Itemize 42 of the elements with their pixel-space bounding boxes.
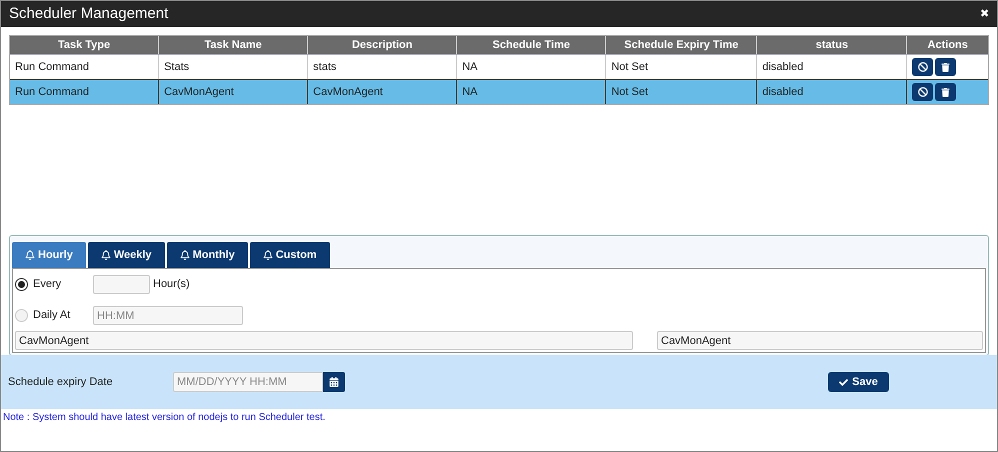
expiry-date-field[interactable]: MM/DD/YYYY HH:MM [173, 372, 323, 392]
bell-icon [100, 250, 111, 260]
delete-button[interactable] [935, 58, 956, 76]
column-header: Actions [926, 38, 969, 53]
table-row[interactable]: Run Command Stats stats NA Not Set disabled [10, 54, 988, 79]
table-row[interactable]: Run Command CavMonAgent CavMonAgent NA Not Set disabled [10, 79, 988, 104]
tab[interactable]: Monthly [166, 242, 248, 268]
table-cell: NA [457, 80, 606, 104]
ban-icon [918, 62, 928, 72]
expiry-label: Schedule expiry Date [8, 374, 114, 390]
tab[interactable]: Weekly [88, 242, 165, 268]
delete-button[interactable] [935, 83, 956, 101]
close-button[interactable]: ✖ [980, 6, 989, 22]
calendar-button[interactable] [323, 372, 345, 392]
radio-button[interactable] [15, 278, 28, 291]
unit-label: Hour(s) [153, 277, 190, 292]
info-field[interactable]: CavMonAgent [15, 331, 633, 350]
trash-icon [941, 88, 950, 96]
disable-button[interactable] [912, 83, 934, 101]
bell-icon [262, 250, 273, 260]
trash-icon [941, 62, 950, 72]
time-field[interactable]: HH:MM [93, 306, 243, 325]
table-cell: Not Set [606, 80, 758, 104]
bell-icon [180, 250, 190, 260]
note-text: Note : System should have latest version of nodejs to run Scheduler test. [2, 411, 326, 425]
check-icon [839, 378, 848, 386]
table-cell: CavMonAgent [308, 80, 458, 104]
table-cell: Run Command [10, 80, 160, 104]
option-label: Daily At [33, 308, 72, 324]
bell-icon [25, 250, 35, 260]
tab[interactable]: Custom [250, 242, 330, 268]
ban-icon [918, 87, 928, 97]
window-title: Scheduler Management [9, 4, 168, 24]
table-cell: disabled [757, 80, 908, 104]
option-label: Every [33, 277, 62, 292]
save-button[interactable]: Save [828, 372, 889, 392]
info-field[interactable]: CavMonAgent [657, 331, 983, 350]
calendar-icon [329, 377, 339, 387]
disable-button[interactable] [912, 58, 934, 76]
hours-field[interactable] [93, 275, 150, 294]
table-cell: CavMonAgent [159, 80, 308, 104]
tab[interactable]: Hourly [12, 242, 86, 268]
